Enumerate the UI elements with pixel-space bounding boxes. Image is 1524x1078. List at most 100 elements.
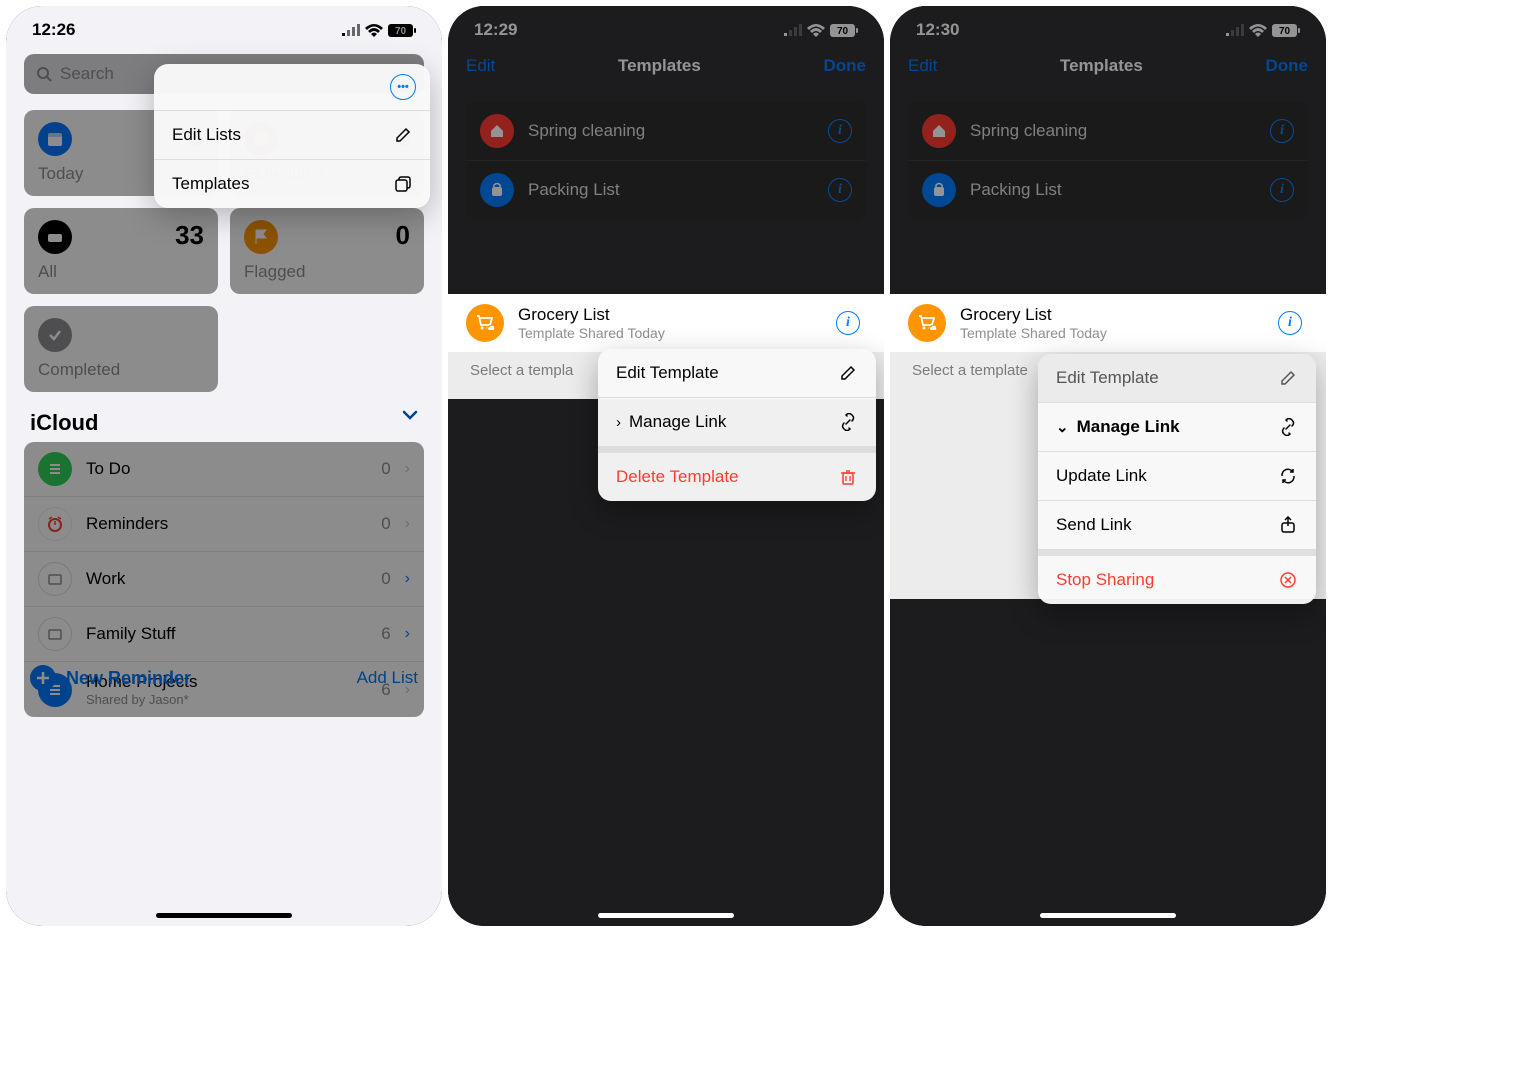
chevron-right-icon: › — [405, 570, 410, 588]
chevron-right-icon: › — [405, 515, 410, 533]
status-time: 12:29 — [474, 20, 517, 40]
nav-bar: Edit Templates Done — [890, 46, 1326, 88]
flag-icon — [244, 220, 278, 254]
svg-text:70: 70 — [395, 26, 407, 37]
edit-button[interactable]: Edit — [908, 56, 937, 76]
nav-title: Templates — [618, 56, 701, 76]
x-circle-icon — [1278, 570, 1298, 590]
search-icon — [36, 66, 52, 82]
cellular-icon — [342, 24, 360, 36]
info-icon[interactable]: i — [836, 311, 860, 335]
bag-icon — [480, 173, 514, 207]
all-card[interactable]: 33 All — [24, 208, 218, 294]
status-time: 12:26 — [32, 20, 75, 40]
battery-icon: 70 — [830, 24, 858, 37]
svg-text:70: 70 — [1279, 26, 1291, 37]
list-item[interactable]: Work 0 › — [24, 552, 424, 607]
template-row[interactable]: Spring cleaning i — [466, 102, 866, 161]
folder-icon — [38, 617, 72, 651]
home-indicator[interactable] — [1040, 913, 1176, 918]
battery-icon: 70 — [388, 24, 416, 37]
done-button[interactable]: Done — [1266, 56, 1309, 76]
list-icon — [38, 452, 72, 486]
alarm-icon — [38, 507, 72, 541]
more-icon[interactable]: ••• — [390, 74, 416, 100]
cart-cloud-icon — [908, 304, 946, 342]
battery-icon: 70 — [1272, 24, 1300, 37]
house-icon — [480, 114, 514, 148]
template-row[interactable]: Packing List i — [908, 161, 1308, 219]
pencil-icon — [1278, 368, 1298, 388]
status-bar: 12:26 70 — [6, 6, 442, 46]
chevron-right-icon: › — [405, 625, 410, 643]
update-link-menu-item[interactable]: Update Link — [1038, 452, 1316, 501]
house-icon — [922, 114, 956, 148]
delete-template-menu-item[interactable]: Delete Template — [598, 447, 876, 501]
edit-lists-menu-item[interactable]: Edit Lists — [154, 111, 430, 160]
phone-screenshot-3: 12:30 70 Edit Templates Done Spring clea… — [890, 6, 1326, 926]
trash-icon — [838, 467, 858, 487]
pencil-icon — [838, 363, 858, 383]
stop-sharing-menu-item[interactable]: Stop Sharing — [1038, 550, 1316, 604]
section-header-icloud[interactable]: iCloud — [6, 400, 442, 442]
checkmark-icon — [38, 318, 72, 352]
send-link-menu-item[interactable]: Send Link — [1038, 501, 1316, 550]
wifi-icon — [807, 24, 825, 37]
chevron-down-icon — [402, 410, 418, 436]
new-reminder-button[interactable]: New Reminder — [30, 665, 191, 691]
nav-title: Templates — [1060, 56, 1143, 76]
info-icon[interactable]: i — [1270, 119, 1294, 143]
tray-icon — [38, 220, 72, 254]
wifi-icon — [1249, 24, 1267, 37]
info-icon[interactable]: i — [1278, 311, 1302, 335]
plus-circle-icon — [30, 665, 56, 691]
info-icon[interactable]: i — [828, 178, 852, 202]
status-bar: 12:30 70 — [890, 6, 1326, 46]
wifi-icon — [365, 24, 383, 37]
list-item[interactable]: Reminders 0 › — [24, 497, 424, 552]
refresh-icon — [1278, 466, 1298, 486]
square-on-square-icon — [394, 175, 412, 193]
edit-template-menu-item[interactable]: Edit Template — [1038, 354, 1316, 403]
edit-template-menu-item[interactable]: Edit Template — [598, 349, 876, 398]
link-icon — [1278, 417, 1298, 437]
flagged-card[interactable]: 0 Flagged — [230, 208, 424, 294]
template-row[interactable]: Packing List i — [466, 161, 866, 219]
list-item[interactable]: To Do 0 › — [24, 442, 424, 497]
cellular-icon — [1226, 24, 1244, 36]
templates-menu-item[interactable]: Templates — [154, 160, 430, 208]
cellular-icon — [784, 24, 802, 36]
share-icon — [1278, 515, 1298, 535]
chevron-right-icon: › — [616, 414, 621, 431]
template-row-selected[interactable]: Grocery List Template Shared Today i — [448, 294, 884, 352]
more-menu-popover: ••• Edit Lists Templates — [154, 64, 430, 208]
info-icon[interactable]: i — [1270, 178, 1294, 202]
done-button[interactable]: Done — [824, 56, 867, 76]
completed-card[interactable]: Completed — [24, 306, 218, 392]
chevron-down-icon: ⌄ — [1056, 418, 1069, 436]
status-time: 12:30 — [916, 20, 959, 40]
info-icon[interactable]: i — [828, 119, 852, 143]
phone-screenshot-2: 12:29 70 Edit Templates Done Spring clea… — [448, 6, 884, 926]
chevron-right-icon: › — [405, 460, 410, 478]
folder-icon — [38, 562, 72, 596]
phone-screenshot-1: 12:26 70 Search — [6, 6, 442, 926]
link-icon — [838, 412, 858, 432]
home-indicator[interactable] — [598, 913, 734, 918]
calendar-icon — [38, 122, 72, 156]
manage-link-menu-item[interactable]: ⌄Manage Link — [1038, 403, 1316, 452]
edit-button[interactable]: Edit — [466, 56, 495, 76]
template-row[interactable]: Spring cleaning i — [908, 102, 1308, 161]
list-item[interactable]: Family Stuff 6 › — [24, 607, 424, 662]
manage-link-menu-item[interactable]: ›Manage Link — [598, 398, 876, 447]
status-bar: 12:29 70 — [448, 6, 884, 46]
nav-bar: Edit Templates Done — [448, 46, 884, 88]
pencil-icon — [394, 126, 412, 144]
template-row-selected[interactable]: Grocery List Template Shared Today i — [890, 294, 1326, 352]
cart-cloud-icon — [466, 304, 504, 342]
bag-icon — [922, 173, 956, 207]
svg-text:70: 70 — [837, 26, 849, 37]
manage-link-context-menu: Edit Template ⌄Manage Link Update Link S… — [1038, 354, 1316, 604]
add-list-button[interactable]: Add List — [357, 668, 418, 688]
home-indicator[interactable] — [156, 913, 292, 918]
